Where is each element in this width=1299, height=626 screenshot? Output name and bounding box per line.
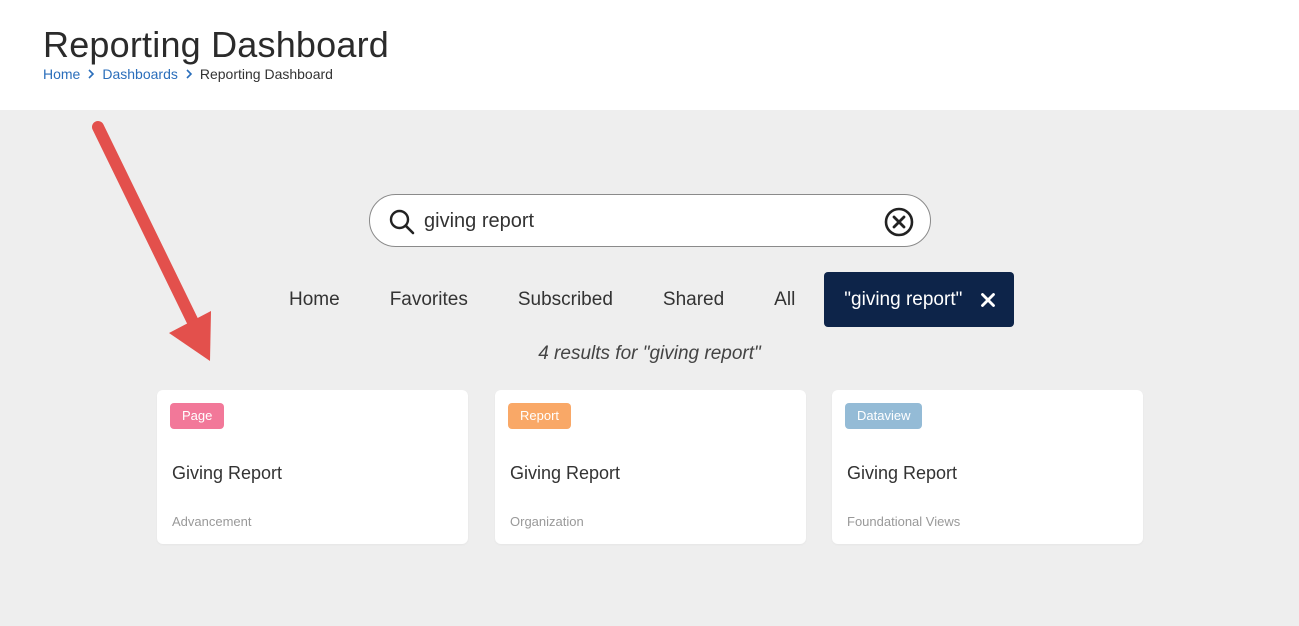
page-header: Reporting Dashboard Home Dashboards Repo…: [0, 0, 1299, 110]
result-card[interactable]: Page Giving Report Advancement: [157, 390, 468, 544]
card-title: Giving Report: [510, 463, 621, 483]
card-category: Advancement: [172, 514, 252, 529]
tab-subscribed[interactable]: Subscribed: [493, 272, 638, 327]
search-box: [369, 194, 931, 247]
card-title: Giving Report: [847, 463, 958, 483]
close-icon[interactable]: [980, 292, 996, 308]
tab-all[interactable]: All: [749, 272, 820, 327]
type-badge: Page: [170, 403, 225, 429]
filter-tabs: Home Favorites Subscribed Shared All "gi…: [264, 272, 1015, 327]
breadcrumb-dashboards-link[interactable]: Dashboards: [102, 66, 178, 82]
tab-search-results[interactable]: "giving report": [824, 272, 1015, 327]
type-badge: Dataview: [845, 403, 923, 429]
page-title: Reporting Dashboard: [43, 24, 390, 65]
chevron-right-icon: [186, 69, 192, 79]
tab-shared[interactable]: Shared: [638, 272, 749, 327]
breadcrumb-current: Reporting Dashboard: [199, 66, 333, 82]
card-category: Organization: [510, 514, 584, 529]
page: Reporting Dashboard Home Dashboards Repo…: [0, 0, 1299, 626]
chevron-right-icon: [88, 69, 95, 79]
type-badge: Report: [508, 403, 572, 429]
tab-home[interactable]: Home: [264, 272, 365, 327]
breadcrumb-home-link[interactable]: Home: [43, 66, 80, 82]
annotation-arrow-icon: [92, 121, 211, 361]
tab-favorites[interactable]: Favorites: [365, 272, 493, 327]
search-input[interactable]: [424, 205, 864, 237]
tab-search-results-label: "giving report": [844, 289, 963, 310]
card-title: Giving Report: [172, 463, 283, 483]
result-card[interactable]: Dataview Giving Report Foundational View…: [832, 390, 1143, 544]
card-category: Foundational Views: [847, 514, 961, 529]
result-card[interactable]: Report Giving Report Organization: [495, 390, 806, 544]
clear-search-icon[interactable]: [883, 206, 915, 238]
breadcrumb: Home Dashboards Reporting Dashboard: [43, 66, 333, 82]
search-icon: [389, 209, 415, 235]
